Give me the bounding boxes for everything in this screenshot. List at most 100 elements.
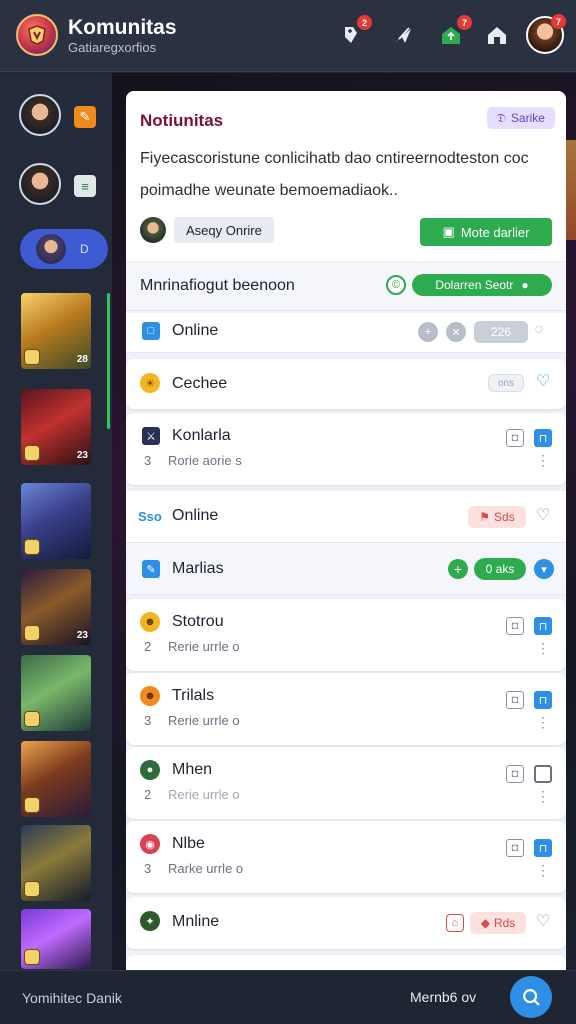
camera-icon[interactable]: ◘ (506, 429, 524, 447)
hero-user[interactable]: Aseqy Onrire (140, 217, 274, 243)
screen-icon: □ (142, 322, 160, 340)
more-icon[interactable]: ⋮ (536, 863, 550, 877)
bottom-right-label[interactable]: Mernb6 ov (410, 989, 476, 1005)
heart-icon[interactable]: ♡ (536, 371, 550, 391)
channel-row[interactable]: ✎ Marlias + 0 aks ▾ (126, 543, 566, 595)
channel-count: 3 (144, 861, 152, 876)
channel-row[interactable]: ☻ Trilals 3 Rerie urrle o ◘ ⊓ ⋮ (126, 673, 566, 745)
game-thumbnail[interactable]: 23 (21, 389, 91, 465)
user-name: Aseqy Onrire (174, 217, 274, 243)
game-thumbnail[interactable]: 28 (21, 293, 91, 369)
left-rail: ✎ ≡ D 28 23 23 (0, 73, 112, 970)
thumb-badge-icon (24, 349, 40, 365)
channel-title: Nlbe (172, 835, 205, 852)
list-icon[interactable]: ≡ (74, 175, 96, 197)
guild-icon: ⚔ (142, 427, 160, 445)
rail-active-pill[interactable]: D (20, 229, 108, 269)
bottom-bar: Yomihitec Danik Mernb6 ov (0, 970, 576, 1024)
pin-icon[interactable]: ⊓ (534, 429, 552, 447)
more-icon[interactable]: ⋮ (536, 641, 550, 655)
circle-icon[interactable]: ○ (534, 321, 544, 339)
channel-title: Mhen (172, 761, 213, 778)
more-icon[interactable]: ⋮ (536, 453, 550, 467)
channel-row[interactable]: ◉ Nlbe 3 Rarke urrle o ◘ ⊓ ⋮ (126, 821, 566, 893)
search-icon (523, 989, 540, 1006)
hero-tag[interactable]: 𝔇 Sarike (487, 107, 555, 129)
search-button[interactable] (510, 976, 552, 1018)
controller-icon[interactable]: 2 (336, 15, 372, 50)
game-thumbnail[interactable] (21, 741, 91, 817)
channel-title: Trilals (172, 687, 215, 704)
game-thumbnail[interactable] (21, 655, 91, 731)
channel-count: 2 (144, 787, 152, 802)
member-count: 226 (474, 321, 528, 343)
featured-button[interactable]: Dolarren Seotr ● (412, 274, 552, 296)
app-title: Komunitas (68, 16, 177, 39)
more-icon[interactable]: ⋮ (536, 789, 550, 803)
community-panel: Notiunitas 𝔇 Sarike Fiyecascoristune conl… (126, 91, 566, 971)
channel-count: 3 (144, 713, 152, 728)
hero-title: Notiunitas (140, 111, 224, 130)
channel-title: Konlarla (172, 427, 231, 444)
channel-row[interactable]: ✦ Mnline ⌂ ◆ Rds ♡ (126, 897, 566, 949)
channel-title: Cechee (172, 375, 228, 392)
channel-row-partial[interactable] (126, 955, 566, 971)
camera-icon[interactable]: ◘ (506, 691, 524, 709)
globe-icon: ● (140, 760, 160, 780)
channel-pill: ◆ Rds (470, 912, 526, 934)
channel-row[interactable]: ☀ Cechee ons ♡ (126, 359, 566, 409)
game-logo-icon[interactable] (16, 14, 58, 56)
home-icon[interactable]: 7 (436, 15, 472, 50)
bottom-left-label[interactable]: Yomihitec Danik (22, 990, 122, 1006)
game-thumbnail[interactable] (21, 483, 91, 559)
pin-icon[interactable]: ⊓ (534, 617, 552, 635)
tag-icon: ◆ (480, 916, 490, 930)
profile-avatar[interactable]: 7 (526, 14, 566, 54)
pin-icon[interactable]: ⊓ (534, 839, 552, 857)
add-icon[interactable]: + (448, 559, 468, 579)
thumb-badge-icon (24, 797, 40, 813)
edit-icon[interactable]: ✎ (74, 106, 96, 128)
rail-avatar[interactable] (19, 94, 61, 136)
online-header-row[interactable]: □ Online + ✕ 226 ○ (126, 313, 566, 353)
game-thumbnail[interactable] (21, 909, 91, 969)
channel-count: 3 (144, 453, 152, 468)
channel-count: 2 (144, 639, 152, 654)
plus-icon[interactable]: + (418, 322, 438, 342)
heart-icon[interactable]: ♡ (536, 911, 550, 931)
notification-badge: 2 (357, 15, 372, 30)
featured-row: Mnrinafiogut beenoon © Dolarren Seotr ● (126, 263, 566, 311)
camera-icon[interactable]: ◘ (506, 765, 524, 783)
hero-cta-button[interactable]: ▣ Mote darlier (420, 218, 552, 246)
edit-icon: ✎ (142, 560, 160, 578)
house-icon[interactable] (482, 20, 512, 50)
more-icon[interactable]: ⋮ (536, 715, 550, 729)
face-icon: ☻ (140, 686, 160, 706)
notification-badge: 7 (457, 15, 472, 30)
game-thumbnail[interactable]: 23 (21, 569, 91, 645)
channel-row[interactable]: ⚔ Konlarla 3 Rorie aorie s ◘ ⊓ ⋮ (126, 413, 566, 485)
camera-icon[interactable]: ◘ (506, 839, 524, 857)
pin-icon[interactable]: ⊓ (534, 691, 552, 709)
crest-icon: ✦ (140, 911, 160, 931)
bell-icon[interactable]: ⌂ (446, 914, 464, 932)
channel-title: Stotrou (172, 613, 224, 630)
rail-scrollbar[interactable] (107, 293, 110, 429)
app-subtitle: Gatiaregxorfios (68, 40, 157, 55)
swords-icon[interactable]: ✕ (446, 322, 466, 342)
game-thumbnail[interactable] (21, 825, 91, 901)
channel-row[interactable]: ● Mhen 2 Rerie urrle o ◘ ⋮ (126, 747, 566, 819)
rail-avatar[interactable] (19, 163, 61, 205)
channel-row[interactable]: ☻ Stotrou 2 Rerie urrle o ◘ ⊓ ⋮ (126, 599, 566, 671)
checkbox[interactable] (534, 765, 552, 783)
sun-icon: ☀ (140, 373, 160, 393)
channel-row[interactable]: Sso Online ⚑ Sds ♡ (126, 491, 566, 543)
send-icon[interactable] (388, 20, 418, 50)
flag-icon: ⚑ (479, 510, 491, 524)
camera-icon[interactable]: ◘ (506, 617, 524, 635)
heart-icon[interactable]: ♡ (536, 505, 550, 525)
arrow-icon: ● (521, 278, 529, 292)
chevron-down-icon[interactable]: ▾ (534, 559, 554, 579)
thumb-badge-icon (24, 445, 40, 461)
face-icon: ☻ (140, 612, 160, 632)
